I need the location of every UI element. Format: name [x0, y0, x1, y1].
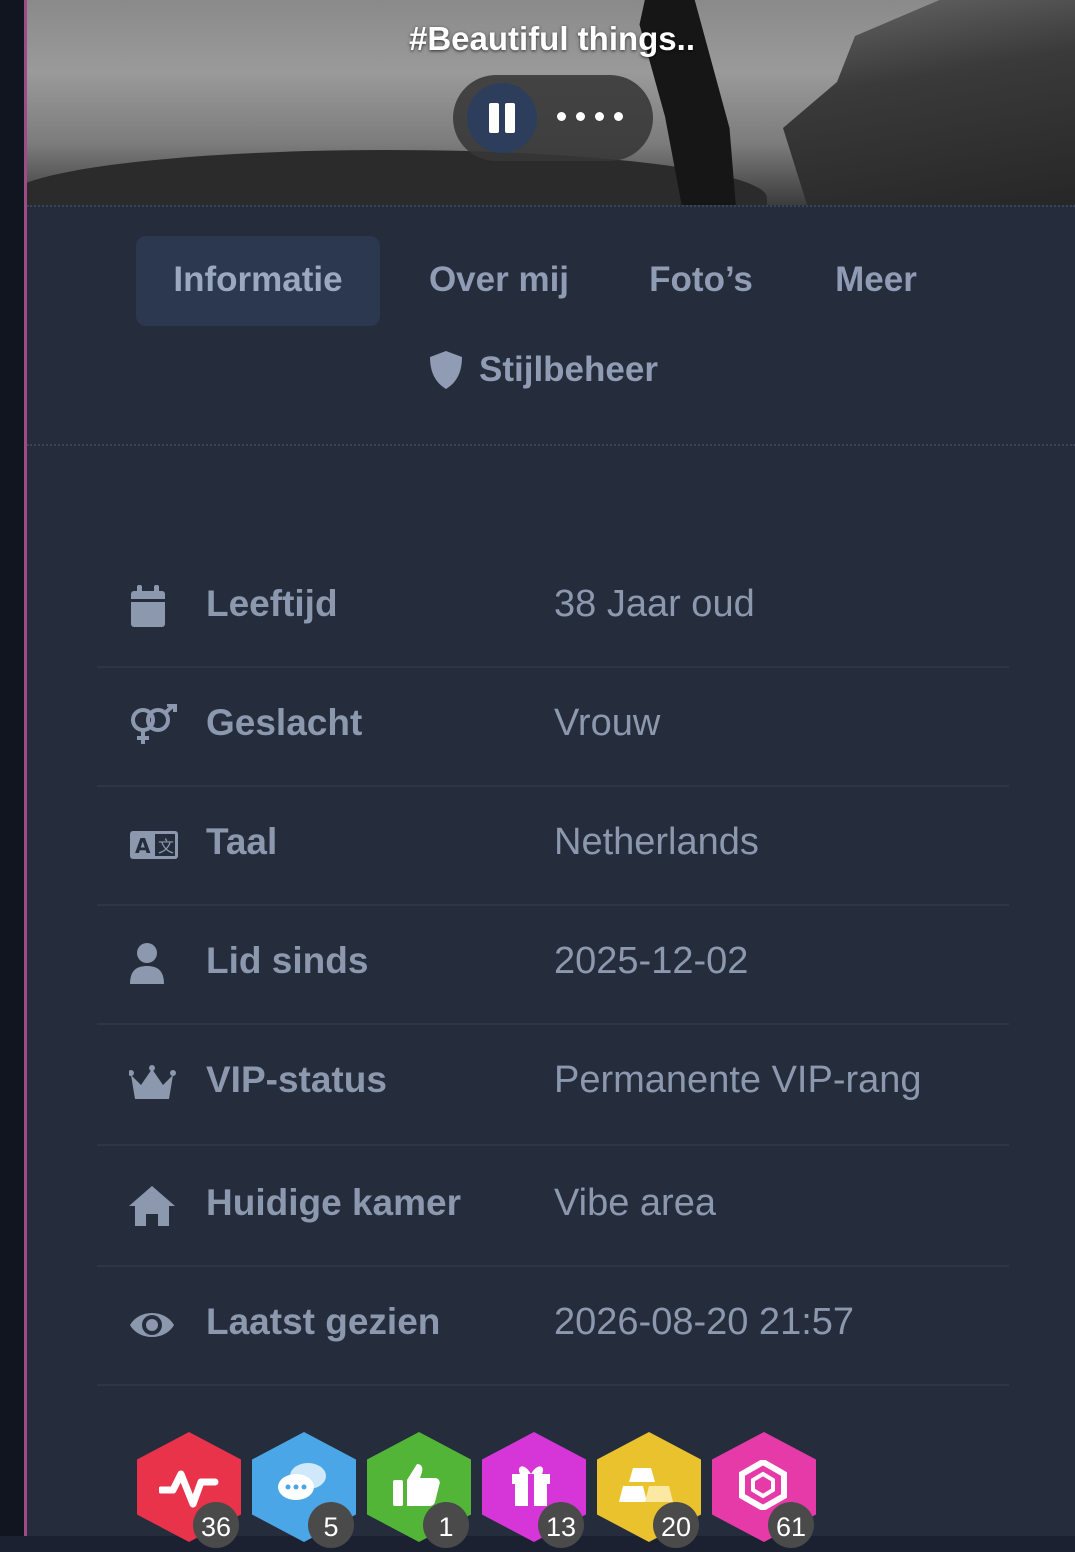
badge-count: 36 [193, 1502, 239, 1548]
tab-over-mij[interactable]: Over mij [402, 236, 596, 326]
crown-icon [129, 1065, 176, 1099]
music-player [453, 75, 653, 161]
svg-text:A: A [135, 834, 151, 858]
info-label: Laatst gezien [206, 1301, 441, 1342]
badge-gems[interactable]: 61 [712, 1432, 822, 1548]
badge-count: 5 [308, 1502, 354, 1548]
pause-icon [489, 103, 499, 133]
info-value: 2025-12-02 [554, 940, 749, 982]
profile-motto: #Beautiful things.. [408, 20, 695, 57]
info-row-laatst-gezien: Laatst gezien 2026-08-20 21:57 [97, 1265, 1009, 1386]
svg-text:文: 文 [158, 837, 174, 856]
calendar-icon [131, 585, 165, 627]
user-icon [130, 943, 164, 984]
pause-button[interactable] [467, 83, 537, 153]
profile-panel: ▀▀▀▀▀▀ #Beautiful things.. Informatie Ov… [27, 0, 1075, 1548]
badge-count: 20 [653, 1502, 699, 1548]
info-value: Permanente VIP-rang [554, 1059, 922, 1101]
badge-count: 61 [768, 1502, 814, 1548]
gender-icon [131, 704, 177, 744]
tab-meer[interactable]: Meer [812, 236, 940, 326]
eye-icon [130, 1313, 174, 1337]
profile-name-cropped: ▀▀▀▀▀▀ [422, 0, 722, 17]
badge-activity[interactable]: 36 [137, 1432, 247, 1548]
left-edge-strip [0, 0, 27, 1536]
tab-informatie[interactable]: Informatie [136, 236, 380, 326]
info-row-vip-status: VIP-status Permanente VIP-rang [97, 1023, 1009, 1146]
shield-icon [430, 351, 462, 389]
info-value: Vibe area [554, 1182, 716, 1224]
badge-gifts[interactable]: 13 [482, 1432, 592, 1548]
language-icon: A 文 [130, 831, 178, 859]
info-label: Lid sinds [206, 940, 369, 981]
info-value: 2026-08-20 21:57 [554, 1301, 855, 1343]
badge-likes[interactable]: 1 [367, 1432, 477, 1548]
info-row-huidige-kamer: Huidige kamer Vibe area [97, 1146, 1009, 1267]
badge-count: 1 [423, 1502, 469, 1548]
info-label: Taal [206, 821, 278, 862]
info-row-leeftijd: Leeftijd 38 Jaar oud [97, 547, 1009, 668]
home-icon [129, 1186, 175, 1226]
info-value: Vrouw [554, 702, 661, 744]
badge-count: 13 [538, 1502, 584, 1548]
info-label: Geslacht [206, 702, 363, 743]
info-label: VIP-status [206, 1059, 387, 1100]
more-options-button[interactable] [557, 112, 623, 121]
badge-gold[interactable]: 20 [597, 1432, 707, 1548]
tab-stijlbeheer-label: Stijlbeheer [479, 350, 658, 389]
info-row-lid-sinds: Lid sinds 2025-12-02 [97, 904, 1009, 1025]
info-value: Netherlands [554, 821, 759, 863]
info-label: Leeftijd [206, 583, 338, 624]
info-label: Huidige kamer [206, 1182, 461, 1223]
info-value: 38 Jaar oud [554, 583, 755, 625]
profile-cover-photo: ▀▀▀▀▀▀ #Beautiful things.. [27, 0, 1075, 205]
badge-chat[interactable]: 5 [252, 1432, 362, 1548]
tab-fotos[interactable]: Foto’s [627, 236, 775, 326]
info-row-geslacht: Geslacht Vrouw [97, 666, 1009, 787]
info-row-taal: A 文 Taal Netherlands [97, 785, 1009, 906]
tab-stijlbeheer[interactable]: Stijlbeheer [427, 345, 658, 395]
